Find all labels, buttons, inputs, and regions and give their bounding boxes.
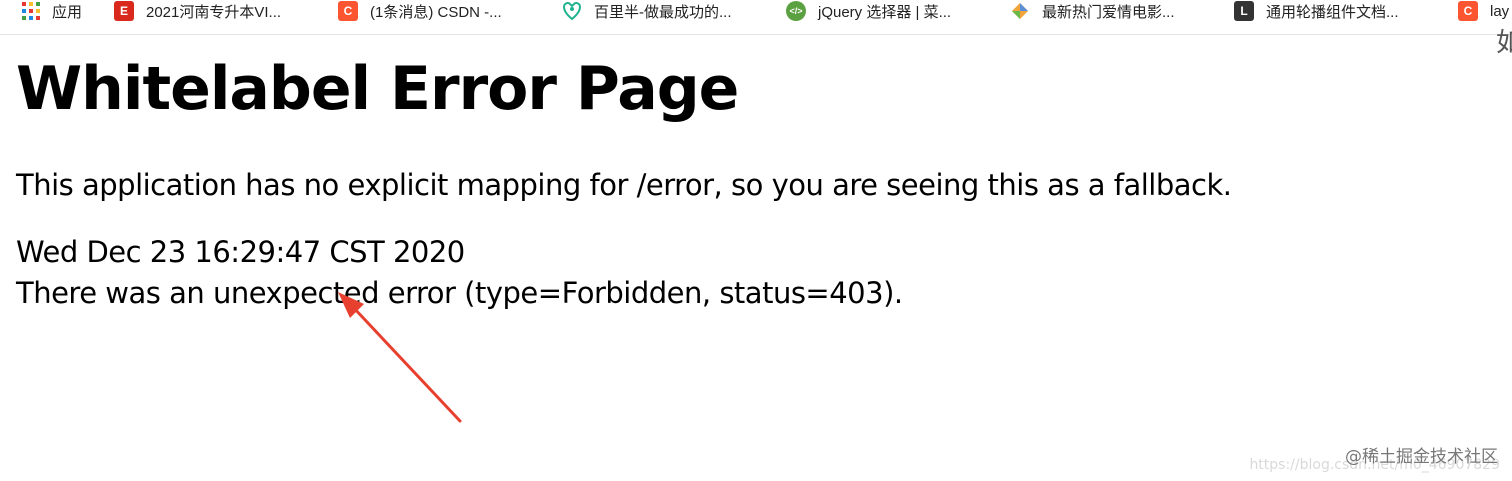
- watermark: @稀土掘金技术社区: [1345, 447, 1498, 467]
- annotation-arrow: [338, 292, 462, 423]
